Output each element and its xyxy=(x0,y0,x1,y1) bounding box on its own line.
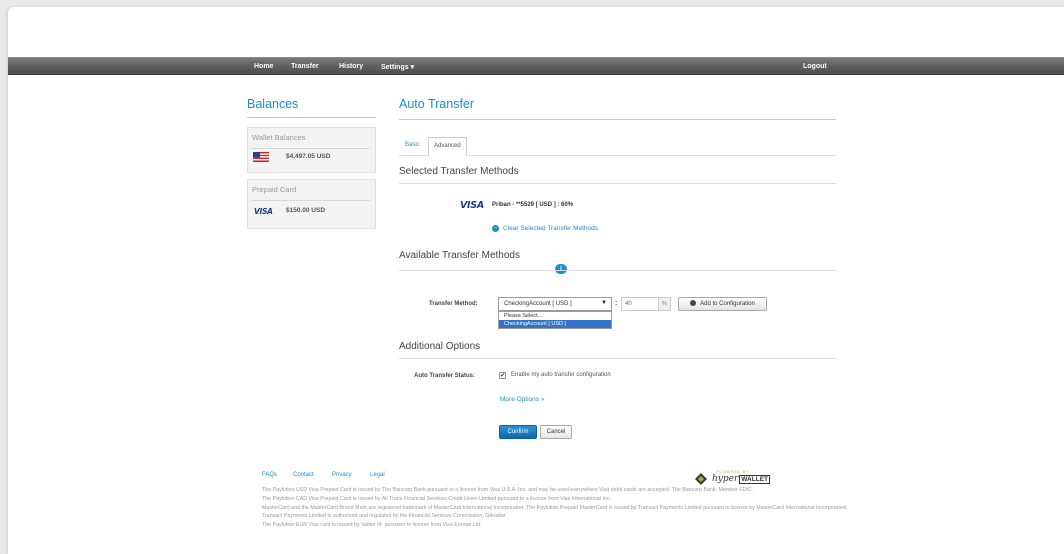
divider xyxy=(399,183,836,184)
transfer-method-label: Transfer Method: xyxy=(429,301,478,307)
percentage-value: 40 xyxy=(625,301,632,307)
hyperwallet-logo: POWERED BY hyper WALLET xyxy=(694,469,770,487)
transfer-method-dropdown: Please Select... CheckingAccount [ USD ] xyxy=(498,311,612,329)
percentage-input[interactable]: 40 % xyxy=(621,297,671,311)
tab-basic[interactable]: Basic xyxy=(400,137,425,153)
tab-advanced[interactable]: Advanced xyxy=(428,137,467,156)
brand-hyper: hyper xyxy=(712,474,739,484)
balances-title: Balances xyxy=(247,97,299,111)
nav-logout[interactable]: Logout xyxy=(803,63,827,70)
footer-legal-line: MasterCard and the MasterCard Brand Mark… xyxy=(262,504,848,520)
app-window: Home Transfer History Settings ▾ Logout … xyxy=(8,7,1064,554)
chevron-down-icon: ▼ xyxy=(601,300,607,306)
prepaid-card-heading: Prepaid Card xyxy=(252,185,297,194)
auto-transfer-status-label: Auto Transfer Status: xyxy=(414,373,476,379)
divider xyxy=(399,119,836,120)
hyperwallet-wordmark: hyper WALLET xyxy=(712,474,770,484)
selected-methods-title: Selected Transfer Methods xyxy=(399,166,519,177)
prepaid-card-panel: Prepaid Card VISA $150.00 USD xyxy=(247,179,376,229)
transfer-method-select-value: CheckingAccount [ USD ] xyxy=(504,301,572,307)
footer-legal-text: The Paylution USD Visa Prepaid Card is i… xyxy=(262,486,852,530)
brand-wallet: WALLET xyxy=(739,475,770,484)
transfer-method-select[interactable]: CheckingAccount [ USD ] ▼ xyxy=(498,297,612,311)
prepaid-balance-amount: $150.00 USD xyxy=(286,207,326,214)
minus-circle-icon: – xyxy=(492,225,499,232)
available-methods-title: Available Transfer Methods xyxy=(399,250,520,261)
divider xyxy=(399,270,836,271)
confirm-button[interactable]: Confirm xyxy=(499,425,537,439)
footer-link-legal[interactable]: Legal xyxy=(370,472,385,478)
cancel-button[interactable]: Cancel xyxy=(540,425,572,439)
clear-selected-link[interactable]: – Clear Selected Transfer Methods xyxy=(492,225,598,232)
divider xyxy=(399,358,836,359)
enable-auto-transfer-text: Enable my auto transfer configuration xyxy=(511,372,611,378)
dropdown-option-selected[interactable]: CheckingAccount [ USD ] xyxy=(499,320,611,328)
wallet-balances-heading: Wallet Balances xyxy=(252,133,306,142)
footer-link-privacy[interactable]: Privacy xyxy=(332,472,352,478)
wallet-balance-amount: $4,497.05 USD xyxy=(286,153,331,160)
separator: : xyxy=(615,300,618,307)
percent-addon: % xyxy=(658,298,670,310)
divider xyxy=(252,148,370,149)
us-flag-icon xyxy=(253,152,269,162)
nav-history[interactable]: History xyxy=(339,63,363,70)
nav-transfer[interactable]: Transfer xyxy=(291,63,319,70)
page-title: Auto Transfer xyxy=(399,97,475,111)
nav-home[interactable]: Home xyxy=(254,63,273,70)
dropdown-option[interactable]: Please Select... xyxy=(499,312,611,320)
add-to-configuration-label: Add to Configuration xyxy=(700,301,755,307)
divider xyxy=(247,117,376,118)
footer-legal-line: The Paylution CAD Visa Prepaid Card is i… xyxy=(262,495,611,502)
additional-options-title: Additional Options xyxy=(399,341,481,352)
add-to-configuration-button[interactable]: Add to Configuration xyxy=(678,297,767,311)
visa-logo-icon: VISA xyxy=(460,200,484,211)
footer-link-faqs[interactable]: FAQs xyxy=(262,472,277,478)
footer-legal-line: The Paylution EUR Visa card is issued by… xyxy=(262,522,482,529)
enable-auto-transfer-checkbox[interactable]: ✔ xyxy=(499,372,506,379)
info-icon[interactable]: i xyxy=(555,264,567,274)
wallet-balances-panel: Wallet Balances $4,497.05 USD xyxy=(247,127,376,173)
nav-settings-dropdown[interactable]: Settings ▾ xyxy=(381,63,414,71)
divider xyxy=(252,200,370,201)
footer-link-contact[interactable]: Contact xyxy=(293,472,314,478)
more-options-link[interactable]: More Options » xyxy=(500,396,544,403)
clear-selected-label: Clear Selected Transfer Methods xyxy=(503,225,599,233)
visa-logo-icon: VISA xyxy=(254,207,273,216)
footer-legal-line: The Paylution USD Visa Prepaid Card is i… xyxy=(262,487,754,493)
gear-icon xyxy=(690,300,697,306)
top-navbar: Home Transfer History Settings ▾ Logout xyxy=(8,57,1064,75)
hyperwallet-mark-icon xyxy=(695,473,707,485)
selected-method-item: Priban - **5529 [ USD ] : 60% xyxy=(492,202,574,208)
